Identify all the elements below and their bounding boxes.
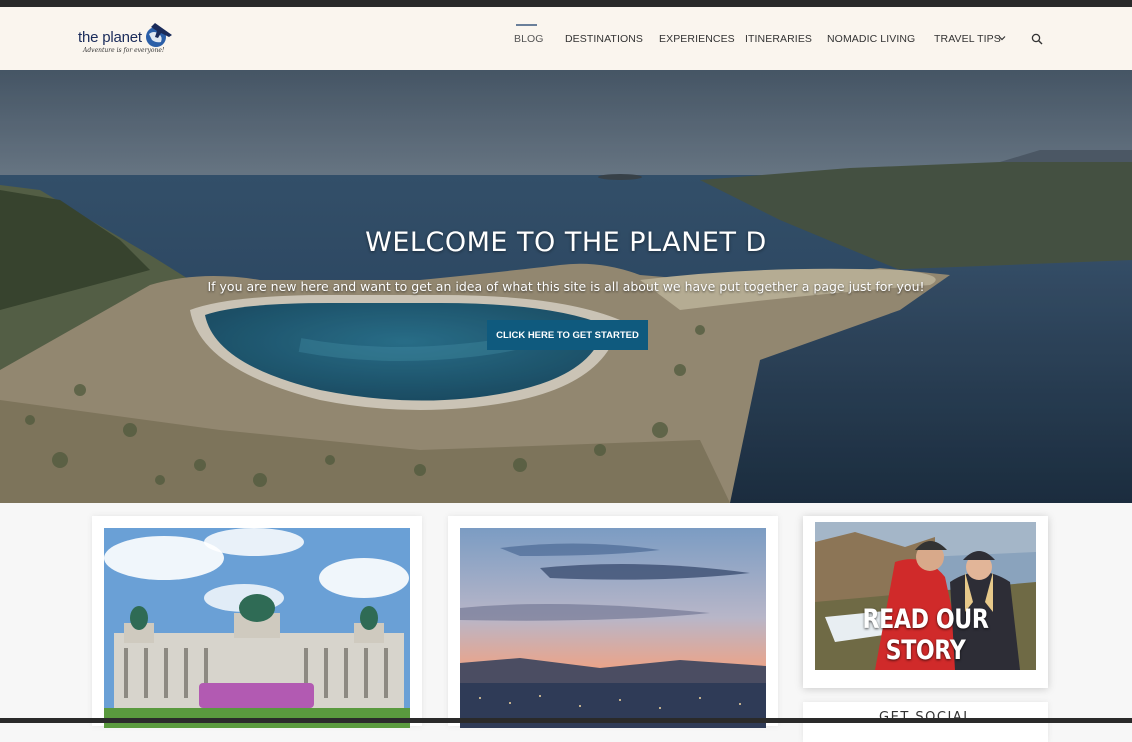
post-card[interactable] [448,516,778,728]
post-card[interactable] [92,516,422,728]
bottom-bar [0,718,1132,723]
story-image[interactable]: READ OUR STORY [815,522,1036,670]
read-our-story-widget[interactable]: READ OUR STORY [803,516,1048,688]
active-nav-indicator [516,24,537,26]
post-thumbnail-belfast[interactable] [104,528,410,728]
site-logo[interactable]: the planet Adventure is for everyone! [78,21,188,61]
content-area: READ OUR STORY GET SOCIAL [0,503,1132,742]
nav-item-itineraries[interactable]: Itineraries [745,33,812,45]
top-bar [0,0,1132,7]
nav-item-nomadic-living[interactable]: Nomadic Living [827,33,915,45]
hero-banner: WELCOME TO THE PLANET D If you are new h… [0,70,1132,503]
search-icon[interactable] [1031,33,1043,45]
site-header: the planet Adventure is for everyone! Bl… [0,7,1132,70]
chevron-down-icon[interactable] [998,34,1006,42]
logo-text: the planet [78,29,142,46]
story-label: READ OUR STORY [862,604,989,666]
nav-item-blog[interactable]: Blog [514,33,544,45]
hero-title: WELCOME TO THE PLANET D [365,227,767,258]
hero-subtitle: If you are new here and want to get an i… [207,279,925,294]
get-started-button[interactable]: CLICK HERE TO GET STARTED [487,320,648,350]
post-thumbnail-sunset[interactable] [460,528,766,728]
nav-item-destinations[interactable]: Destinations [565,33,643,45]
nav-item-experiences[interactable]: Experiences [659,33,735,45]
nav-item-travel-tips[interactable]: Travel Tips [934,33,1001,45]
logo-tagline: Adventure is for everyone! [83,47,165,54]
